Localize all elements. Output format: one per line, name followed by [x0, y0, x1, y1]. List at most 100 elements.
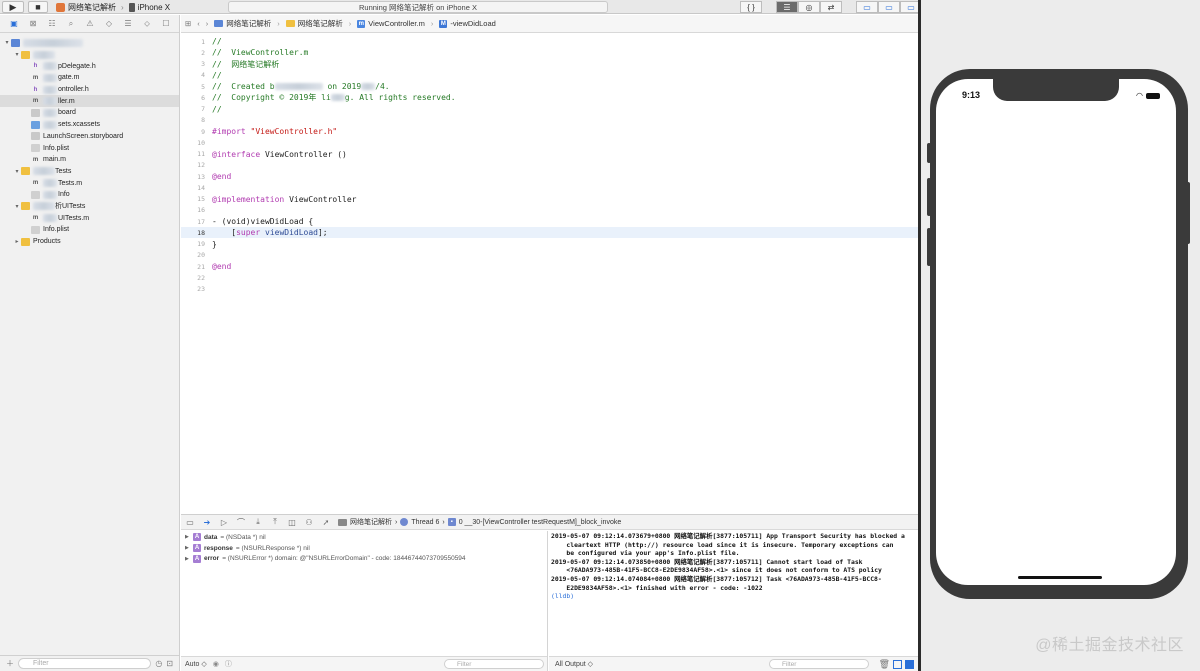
console-filter-input[interactable]: Filter	[769, 659, 869, 669]
library-button[interactable]: { }	[740, 1, 762, 13]
line-number[interactable]: 8	[181, 116, 205, 124]
line-number[interactable]: 14	[181, 184, 205, 192]
source-control-icon[interactable]: ⊠	[27, 19, 39, 29]
line-number[interactable]: 2	[181, 49, 205, 57]
file-tree-row[interactable]: h ontroller.h	[0, 84, 179, 96]
line-number[interactable]: 12	[181, 161, 205, 169]
lldb-prompt[interactable]: (lldb)	[551, 592, 916, 601]
side-button[interactable]	[1186, 182, 1190, 244]
breakpoint-icon[interactable]: ⬦	[141, 19, 153, 29]
volume-up-button[interactable]	[927, 178, 931, 216]
scope-selector[interactable]: Auto ◇	[185, 660, 207, 668]
continue-icon[interactable]: ▷	[219, 518, 229, 527]
trash-icon[interactable]: 🗑	[879, 659, 890, 670]
line-number[interactable]: 15	[181, 195, 205, 203]
related-items-icon[interactable]: ⊞	[185, 19, 191, 28]
line-number[interactable]: 16	[181, 206, 205, 214]
memory-graph-icon[interactable]: ⚇	[304, 518, 314, 527]
split-right-icon[interactable]	[905, 659, 914, 669]
file-tree-row[interactable]: Info.plist	[0, 142, 179, 154]
file-tree-row[interactable]: sets.xcassets	[0, 119, 179, 131]
line-number[interactable]: 21	[181, 263, 205, 271]
code-line[interactable]: 6 // Copyright © 2019年 li g. All rights re…	[181, 92, 918, 103]
debug-icon[interactable]: ☰	[122, 19, 134, 29]
file-tree-row[interactable]: ▾	[0, 49, 179, 61]
code-line[interactable]: 14	[181, 182, 918, 193]
file-tree-row[interactable]: ▾ 析UITests	[0, 201, 179, 213]
line-number[interactable]: 3	[181, 60, 205, 68]
line-number[interactable]: 7	[181, 105, 205, 113]
report-icon[interactable]: ☐	[160, 19, 172, 29]
silent-switch[interactable]	[927, 143, 931, 163]
add-icon[interactable]: ＋	[6, 658, 14, 669]
disclosure-triangle-icon[interactable]: ▶	[185, 556, 193, 562]
run-button[interactable]: ▶	[2, 1, 24, 13]
thread-path[interactable]: 网络笔记解析 › Thread 6 › ▪ 0 __30-[ViewContro…	[338, 517, 621, 527]
code-line[interactable]: 4 //	[181, 70, 918, 81]
file-tree-row[interactable]: m Tests.m	[0, 177, 179, 189]
file-tree-row[interactable]: ▾ Tests	[0, 166, 179, 178]
code-line[interactable]: 22	[181, 272, 918, 283]
code-line[interactable]: 20	[181, 250, 918, 261]
volume-down-button[interactable]	[927, 228, 931, 266]
disclosure-triangle-icon[interactable]: ▸	[13, 238, 21, 245]
line-number[interactable]: 11	[181, 150, 205, 158]
code-line[interactable]: 7 //	[181, 104, 918, 115]
variable-row[interactable]: ▶ Aerror = (NSURLError *) domain: @"NSURLE…	[181, 553, 547, 564]
simulate-location-icon[interactable]: ➚	[321, 518, 331, 527]
toggle-navigator-button[interactable]: ▭	[856, 1, 878, 13]
console-output[interactable]: 2019-05-07 09:12:14.073679+0800 网络笔记解析[3…	[549, 531, 918, 671]
code-line[interactable]: 9 #import "ViewController.h"	[181, 126, 918, 137]
code-line[interactable]: 2 // ViewController.m	[181, 47, 918, 58]
line-number[interactable]: 4	[181, 71, 205, 79]
file-tree-row[interactable]: m UITests.m	[0, 212, 179, 224]
assistant-editor-button[interactable]: ◎	[798, 1, 820, 13]
variable-row[interactable]: ▶ Aresponse = (NSURLResponse *) nil	[181, 543, 547, 554]
file-tree-row[interactable]: Info.plist	[0, 224, 179, 236]
stop-button[interactable]: ■	[28, 1, 48, 13]
file-tree-row[interactable]: Info	[0, 189, 179, 201]
code-line[interactable]: 1 //	[181, 36, 918, 47]
file-tree-row[interactable]: ▾	[0, 37, 179, 49]
back-icon[interactable]: ‹	[197, 19, 200, 28]
line-number[interactable]: 9	[181, 128, 205, 136]
find-icon[interactable]: ⌕	[65, 19, 77, 29]
simulator-screen[interactable]: 9:13 ◠	[936, 79, 1176, 585]
navigator-filter-input[interactable]: Filter	[18, 658, 152, 669]
step-out-icon[interactable]: ⤒	[270, 517, 280, 527]
code-line[interactable]: 15 @implementation ViewController	[181, 194, 918, 205]
code-line[interactable]: 3 // 网络笔记解析	[181, 59, 918, 70]
folder-icon[interactable]: ▣	[8, 19, 20, 29]
file-tree-row[interactable]: ▸ Products	[0, 236, 179, 248]
line-number[interactable]: 23	[181, 285, 205, 293]
step-over-icon[interactable]: ⌒	[236, 517, 246, 528]
code-line[interactable]: 17 - (void)viewDidLoad {	[181, 216, 918, 227]
variable-row[interactable]: ▶ Adata = (NSData *) nil	[181, 532, 547, 543]
home-indicator[interactable]	[1018, 576, 1102, 579]
view-hierarchy-icon[interactable]: ◫	[287, 518, 297, 527]
line-number[interactable]: 22	[181, 274, 205, 282]
line-number[interactable]: 19	[181, 240, 205, 248]
output-selector[interactable]: All Output ◇	[555, 660, 593, 668]
symbol-icon[interactable]: ☷	[46, 19, 58, 29]
line-number[interactable]: 13	[181, 173, 205, 181]
code-line[interactable]: 10	[181, 137, 918, 148]
standard-editor-button[interactable]: ☰	[776, 1, 798, 13]
file-tree-row[interactable]: LaunchScreen.storyboard	[0, 131, 179, 143]
info-icon[interactable]: ⓘ	[225, 659, 232, 669]
disclosure-triangle-icon[interactable]: ▶	[185, 534, 193, 540]
disclosure-triangle-icon[interactable]: ▶	[185, 545, 193, 551]
line-number[interactable]: 20	[181, 251, 205, 259]
file-tree-row[interactable]: m main.m	[0, 154, 179, 166]
code-line[interactable]: 21 @end	[181, 261, 918, 272]
toggle-debug-area-button[interactable]: ▭	[878, 1, 900, 13]
test-icon[interactable]: ◇	[103, 19, 115, 29]
file-tree-row[interactable]: h pDelegate.h	[0, 60, 179, 72]
file-tree-row[interactable]: m gate.m	[0, 72, 179, 84]
line-number[interactable]: 6	[181, 94, 205, 102]
scm-filter-icon[interactable]: ⊡	[166, 659, 173, 668]
code-line[interactable]: 12	[181, 160, 918, 171]
split-left-icon[interactable]	[893, 659, 902, 669]
scheme-selector[interactable]: 网络笔记解析 › iPhone X	[56, 1, 170, 13]
code-line[interactable]: 18 [super viewDidLoad];	[181, 227, 918, 239]
